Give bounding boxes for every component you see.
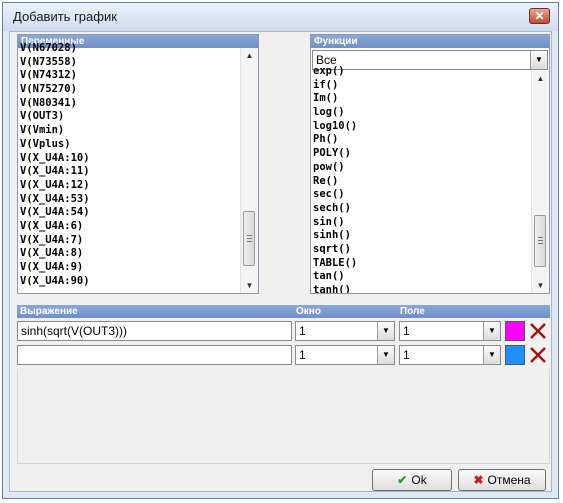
variables-scrollbar[interactable]: ▲ ▼ xyxy=(240,48,258,293)
list-item[interactable]: V(N75270) xyxy=(18,83,241,97)
list-item[interactable]: V(Vmin) xyxy=(18,124,241,138)
window-title: Добавить график xyxy=(13,9,117,24)
chevron-down-icon[interactable]: ▼ xyxy=(530,51,547,69)
list-item[interactable]: sinh() xyxy=(311,229,532,243)
title-bar[interactable]: Добавить график ✕ xyxy=(3,3,558,31)
list-item[interactable]: V(N74312) xyxy=(18,69,241,83)
list-item[interactable]: Ph() xyxy=(311,133,532,147)
field-select-value: 1 xyxy=(403,348,410,362)
list-item[interactable]: V(N73558) xyxy=(18,56,241,70)
list-item[interactable]: sec() xyxy=(311,188,532,202)
functions-header: Функции xyxy=(311,35,549,48)
variables-panel: Переменные V(N67028) V(N73558) V(N74312) V(… xyxy=(17,34,259,294)
list-item[interactable]: sqrt() xyxy=(311,243,532,257)
scroll-up-icon[interactable]: ▲ xyxy=(241,48,258,63)
expressions-area xyxy=(17,369,550,464)
functions-list[interactable]: exp() if() Im() log() log10() Ph() POLY() pow()… xyxy=(311,65,532,293)
list-item[interactable]: tan() xyxy=(311,270,532,284)
scroll-up-icon[interactable]: ▲ xyxy=(532,71,549,86)
list-item[interactable]: V(X_U4A:54) xyxy=(18,206,241,220)
functions-panel: Функции Все ▼ exp() if() Im() log() log10() P… xyxy=(310,34,550,294)
list-item[interactable]: V(X_U4A:90) xyxy=(18,275,241,289)
color-swatch[interactable] xyxy=(505,345,525,365)
field-select[interactable]: 1 ▼ xyxy=(399,345,501,365)
close-icon: ✖ xyxy=(473,473,484,487)
list-item[interactable]: Im() xyxy=(311,92,532,106)
expression-input[interactable] xyxy=(17,345,292,365)
field-select[interactable]: 1 ▼ xyxy=(399,321,501,341)
functions-scrollbar[interactable]: ▲ ▼ xyxy=(531,71,549,293)
list-item[interactable]: log() xyxy=(311,106,532,120)
window-select-value: 1 xyxy=(299,324,306,338)
window-select-value: 1 xyxy=(299,348,306,362)
list-item[interactable]: V(Vplus) xyxy=(18,138,241,152)
list-item[interactable]: log10() xyxy=(311,120,532,134)
ok-label: Ok xyxy=(411,473,427,487)
ok-button[interactable]: ✔ Ok xyxy=(372,469,452,491)
variables-list[interactable]: V(N67028) V(N73558) V(N74312) V(N75270) V(N8… xyxy=(18,42,241,293)
list-item[interactable]: pow() xyxy=(311,161,532,175)
cancel-button[interactable]: ✖ Отмена xyxy=(458,469,546,491)
list-item[interactable]: V(X_U4A:9) xyxy=(18,261,241,275)
field-column-label: Поле xyxy=(400,306,425,317)
list-item[interactable]: V(X_U4A:12) xyxy=(18,179,241,193)
list-item[interactable]: V(X_U4A:7) xyxy=(18,234,241,248)
list-item[interactable]: V(N67028) xyxy=(18,42,241,56)
chevron-down-icon[interactable]: ▼ xyxy=(483,322,500,340)
scroll-down-icon[interactable]: ▼ xyxy=(241,278,258,293)
list-item[interactable]: V(X_U4A:11) xyxy=(18,165,241,179)
dialog-body: Переменные V(N67028) V(N73558) V(N74312) V(… xyxy=(9,31,552,492)
chevron-down-icon[interactable]: ▼ xyxy=(377,322,394,340)
dialog-window: Добавить график ✕ Переменные V(N67028) V(… xyxy=(2,2,559,499)
list-item[interactable]: Re() xyxy=(311,175,532,189)
chevron-down-icon[interactable]: ▼ xyxy=(483,346,500,364)
list-item[interactable]: V(X_U4A:6) xyxy=(18,220,241,234)
list-item[interactable]: V(X_U4A:10) xyxy=(18,152,241,166)
list-item[interactable]: tanh() xyxy=(311,284,532,293)
expression-column-label: Выражение xyxy=(20,306,78,317)
chevron-down-icon[interactable]: ▼ xyxy=(377,346,394,364)
field-select-value: 1 xyxy=(403,324,410,338)
list-item[interactable]: POLY() xyxy=(311,147,532,161)
scroll-down-icon[interactable]: ▼ xyxy=(532,278,549,293)
scroll-thumb[interactable] xyxy=(243,211,255,266)
window-select[interactable]: 1 ▼ xyxy=(295,345,395,365)
color-swatch[interactable] xyxy=(505,321,525,341)
list-item[interactable]: V(OUT3) xyxy=(18,110,241,124)
delete-row-icon[interactable] xyxy=(529,322,547,340)
list-item[interactable]: V(N80341) xyxy=(18,97,241,111)
close-button[interactable]: ✕ xyxy=(529,8,550,24)
list-item[interactable]: exp() xyxy=(311,65,532,79)
list-item[interactable]: V(X_U4A:53) xyxy=(18,193,241,207)
window-select[interactable]: 1 ▼ xyxy=(295,321,395,341)
check-icon: ✔ xyxy=(397,473,408,487)
cancel-label: Отмена xyxy=(487,473,531,487)
list-item[interactable]: if() xyxy=(311,79,532,93)
window-column-label: Окно xyxy=(296,306,321,317)
list-item[interactable]: TABLE() xyxy=(311,257,532,271)
list-item[interactable]: V(X_U4A:8) xyxy=(18,247,241,261)
list-item[interactable]: sech() xyxy=(311,202,532,216)
delete-row-icon[interactable] xyxy=(529,346,547,364)
expression-input[interactable]: sinh(sqrt(V(OUT3))) xyxy=(17,321,292,341)
expressions-header: Выражение Окно Поле xyxy=(17,305,550,318)
list-item[interactable]: sin() xyxy=(311,216,532,230)
scroll-thumb[interactable] xyxy=(534,215,546,267)
